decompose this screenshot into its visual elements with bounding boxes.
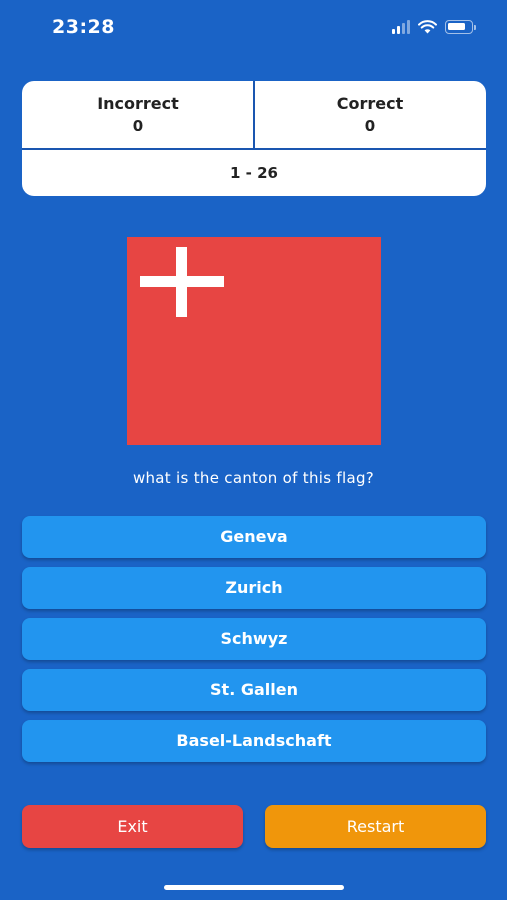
correct-value: 0 bbox=[364, 117, 376, 135]
exit-button[interactable]: Exit bbox=[22, 805, 243, 848]
status-bar: 23:28 bbox=[0, 0, 507, 56]
restart-button[interactable]: Restart bbox=[265, 805, 486, 848]
answer-button-basel-landschaft[interactable]: Basel-Landschaft bbox=[22, 720, 486, 762]
wifi-icon bbox=[418, 20, 437, 34]
answer-list: Geneva Zurich Schwyz St. Gallen Basel-La… bbox=[22, 516, 486, 771]
correct-score: Correct 0 bbox=[254, 81, 486, 149]
home-indicator[interactable] bbox=[164, 885, 344, 890]
correct-label: Correct bbox=[336, 94, 404, 113]
battery-icon bbox=[445, 20, 476, 34]
bottom-actions: Exit Restart bbox=[22, 805, 486, 848]
cellular-signal-icon bbox=[392, 20, 410, 34]
question-text: what is the canton of this flag? bbox=[132, 469, 375, 487]
incorrect-score: Incorrect 0 bbox=[22, 81, 254, 149]
incorrect-value: 0 bbox=[132, 117, 144, 135]
question-range: 1 - 26 bbox=[230, 164, 278, 182]
status-icons bbox=[392, 20, 476, 34]
incorrect-label: Incorrect bbox=[97, 94, 179, 113]
status-time: 23:28 bbox=[52, 16, 115, 38]
answer-button-schwyz[interactable]: Schwyz bbox=[22, 618, 486, 660]
answer-button-geneva[interactable]: Geneva bbox=[22, 516, 486, 558]
answer-button-st-gallen[interactable]: St. Gallen bbox=[22, 669, 486, 711]
score-card: Incorrect 0 Correct 0 1 - 26 bbox=[22, 81, 486, 196]
canton-flag-image bbox=[127, 237, 381, 445]
flag-cross-horizontal bbox=[140, 276, 224, 287]
answer-button-zurich[interactable]: Zurich bbox=[22, 567, 486, 609]
